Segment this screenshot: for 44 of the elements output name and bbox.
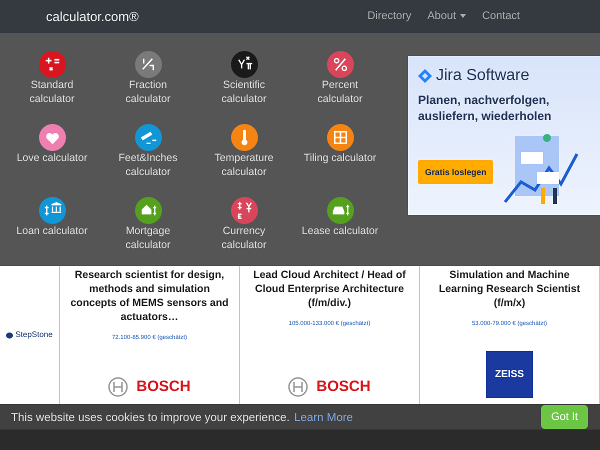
company-logo: BOSCH xyxy=(316,376,371,396)
calculator-link[interactable]: Mortgage calculator xyxy=(107,224,189,252)
calculator-link[interactable]: Feet&Inches calculator xyxy=(107,151,189,179)
calculator-link[interactable]: Temperature calculator xyxy=(203,151,285,179)
calculator-link[interactable]: Currency calculator xyxy=(203,224,285,252)
nav-link[interactable]: Contact xyxy=(482,8,520,25)
job-title-link[interactable]: Lead Cloud Architect / Head of Cloud Enterprise Architecture (f/m/div.) xyxy=(248,268,411,310)
brand-name: StepStone xyxy=(15,329,53,341)
calculator-link[interactable]: Love calculator xyxy=(11,151,93,165)
calculator-link[interactable]: Percent calculator xyxy=(299,78,381,106)
thermometer-icon[interactable] xyxy=(230,124,258,151)
ad-text: Planen, nachverfolgen, ausliefern, wiederholen xyxy=(418,92,552,124)
calculator-link[interactable]: Loan calculator xyxy=(11,224,93,238)
company-logo: ZEISS xyxy=(486,351,533,398)
job-title-link[interactable]: Simulation and Machine Learning Research Scientist (f/m/x) xyxy=(428,268,591,310)
ruler-icon[interactable] xyxy=(134,124,162,151)
calculator-link[interactable]: Fraction calculator xyxy=(107,78,189,106)
nav-link[interactable]: Directory xyxy=(367,8,412,25)
money-icon[interactable] xyxy=(230,197,258,224)
calculator-link[interactable]: Tiling calculator xyxy=(299,151,381,165)
nav-dropdown[interactable]: About xyxy=(427,8,466,25)
diamond-logo-icon xyxy=(418,69,432,83)
cookie-text: This website uses cookies to improve your experience. xyxy=(11,412,290,424)
job-title-link[interactable]: Research scientist for design, methods and simulation concepts of MEMS sensors and actuators… xyxy=(68,268,231,324)
grid-icon[interactable] xyxy=(326,124,354,151)
learn-more-link[interactable]: Learn More xyxy=(294,412,353,424)
bank-icon[interactable] xyxy=(38,197,66,224)
ad-title: Jira Software xyxy=(436,66,530,86)
car-icon[interactable] xyxy=(326,197,354,224)
site-logo[interactable]: calculator.com® xyxy=(46,6,139,26)
power-icon[interactable] xyxy=(230,51,258,78)
jira-ad[interactable]: Jira Software Planen, nachverfolgen, ausliefern, wiederholen Gratis loslegen xyxy=(408,56,600,215)
ring-logo-icon xyxy=(288,376,308,397)
percent-icon[interactable] xyxy=(326,51,354,78)
operators-icon[interactable] xyxy=(38,51,66,78)
cta-button[interactable]: Gratis loslegen xyxy=(418,160,494,184)
fraction-icon[interactable] xyxy=(134,51,162,78)
calculator-link[interactable]: Lease calculator xyxy=(299,224,381,238)
house-icon[interactable] xyxy=(134,197,162,224)
calculator-link[interactable]: Scientific calculator xyxy=(203,78,285,106)
company-logo: BOSCH xyxy=(136,376,191,396)
stone-logo-icon xyxy=(6,332,14,338)
calculator-link[interactable]: Standard calculator xyxy=(11,78,93,106)
ring-logo-icon xyxy=(108,376,128,397)
